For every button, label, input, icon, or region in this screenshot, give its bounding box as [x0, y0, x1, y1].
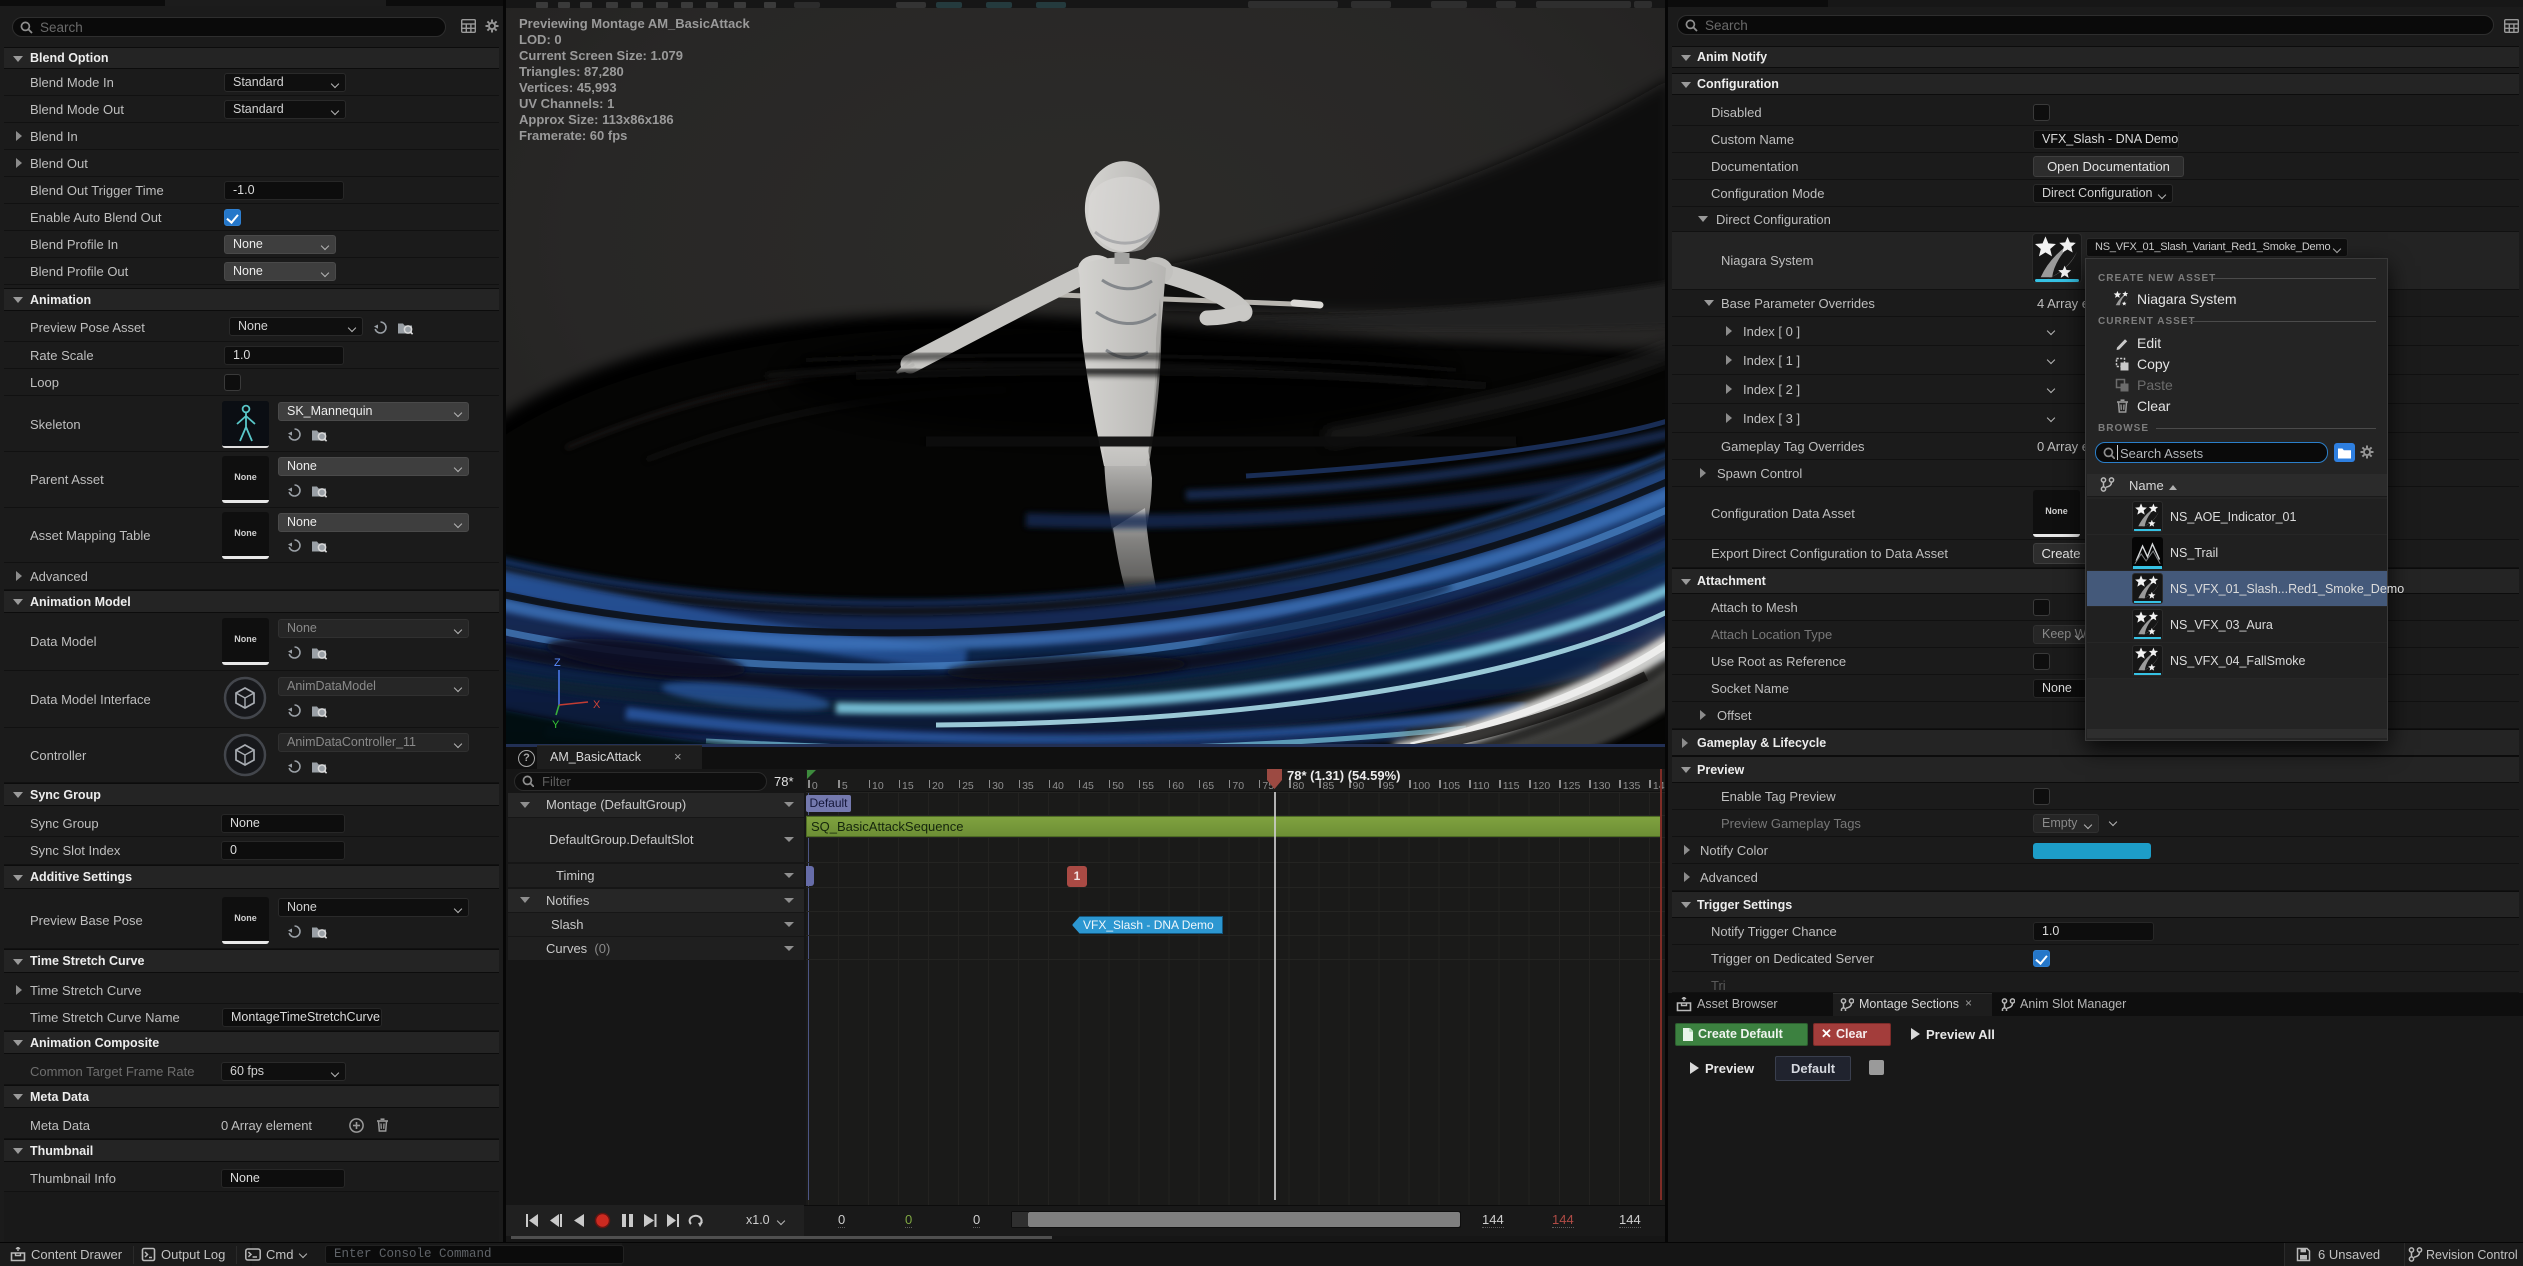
svg-text:Y: Y: [552, 719, 560, 731]
svg-text:X: X: [593, 699, 601, 711]
svg-text:Z: Z: [554, 657, 561, 669]
